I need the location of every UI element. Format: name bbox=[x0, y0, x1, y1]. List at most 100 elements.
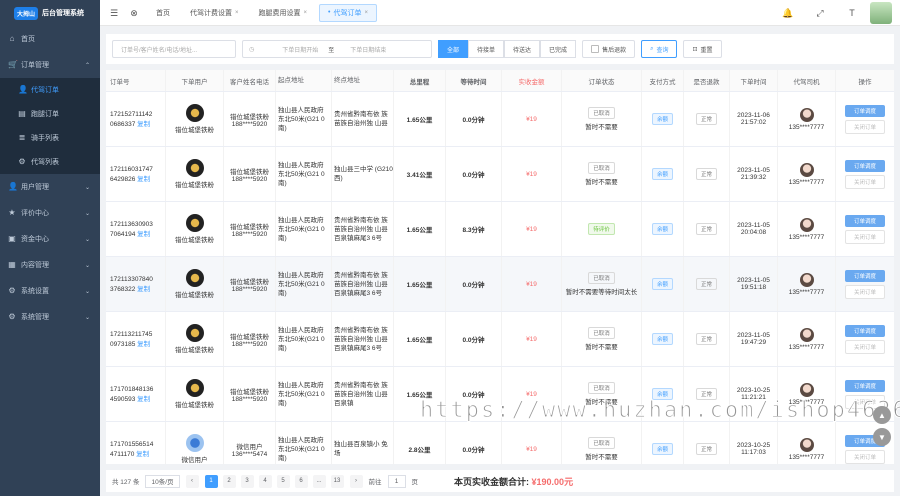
tab-2[interactable]: 跑腿费用设置 × bbox=[251, 5, 316, 21]
order-number-wrap: 172113307840 3768322 复制 bbox=[110, 276, 165, 293]
customer-cell: 微信用户 136****5474 bbox=[224, 422, 276, 464]
order-time: 21:57:02 bbox=[740, 119, 767, 126]
copy-link[interactable]: 复制 bbox=[137, 396, 150, 403]
avatar bbox=[185, 324, 204, 342]
dispatch-button[interactable]: 订单调度 bbox=[845, 269, 885, 282]
column-header: 操作 bbox=[858, 78, 872, 86]
page-4[interactable]: 4 bbox=[258, 474, 272, 488]
font-size-icon[interactable]: T bbox=[846, 7, 858, 19]
chevron-down-icon[interactable]: ▼ bbox=[873, 428, 891, 446]
refund-filter[interactable]: 售后退款 bbox=[582, 40, 636, 58]
sidebar-item-3[interactable]: ▤ 跑腿订单 bbox=[0, 102, 100, 126]
close-tabs-icon[interactable]: ⊗ bbox=[128, 7, 140, 19]
dispatch-button[interactable]: 订单调度 bbox=[845, 379, 885, 392]
top-right-tools: 🔔 ⤢ T bbox=[774, 1, 892, 24]
order-number-wrap: 172113211745 0973185 复制 bbox=[110, 331, 165, 348]
sidebar-item-4[interactable]: ≣ 骑手列表 bbox=[0, 126, 100, 150]
next-page-button[interactable]: › bbox=[349, 474, 363, 488]
float-tools: ▲ ▼ bbox=[873, 406, 891, 446]
sidebar-item-label: 资金中心 bbox=[21, 236, 49, 243]
query-label: 查询 bbox=[656, 47, 669, 54]
fullscreen-icon[interactable]: ⤢ bbox=[814, 7, 826, 19]
sidebar-item-6[interactable]: 👤 用户管理 ⌄ bbox=[0, 174, 100, 200]
bell-icon[interactable]: 🔔 bbox=[782, 7, 794, 19]
user-name: 错位城堡铁粉 bbox=[175, 292, 214, 299]
copy-link[interactable]: 复制 bbox=[137, 286, 150, 293]
sidebar-item-2[interactable]: 👤 代驾订单 bbox=[0, 78, 100, 102]
copy-link[interactable]: 复制 bbox=[137, 341, 150, 348]
page-size-select[interactable]: 10条/页 bbox=[145, 474, 180, 488]
page-3[interactable]: 3 bbox=[240, 474, 254, 488]
pay-badge: 余额 bbox=[651, 223, 673, 235]
user-icon: 👤 bbox=[18, 85, 28, 94]
copy-link[interactable]: 复制 bbox=[137, 176, 150, 183]
actions-cell: 订单调度 关闭订单 bbox=[836, 147, 894, 201]
status-note: 暂时不需要 bbox=[585, 344, 618, 351]
user-name: 错位城堡铁粉 bbox=[175, 237, 214, 244]
page-13[interactable]: 13 bbox=[330, 474, 344, 488]
copy-link[interactable]: 复制 bbox=[137, 231, 150, 238]
close-icon[interactable]: × bbox=[235, 10, 239, 16]
wait-time: 0.0分钟 bbox=[446, 257, 502, 311]
page-...[interactable]: ... bbox=[312, 474, 326, 488]
avatar bbox=[185, 104, 204, 122]
date-start: 下单日期开始 bbox=[282, 47, 319, 54]
page-5[interactable]: 5 bbox=[276, 474, 290, 488]
page-1[interactable]: 1 bbox=[204, 474, 218, 488]
order-number-wrap: 172113630903 7064194 复制 bbox=[110, 221, 165, 238]
tab-3[interactable]: • 代驾订单 × bbox=[319, 3, 377, 22]
customer-name: 错位城堡铁粉 bbox=[230, 388, 269, 396]
date-range-picker[interactable]: ◷ 下单日期开始 至 下单日期结束 bbox=[242, 40, 432, 58]
close-icon[interactable]: × bbox=[364, 10, 368, 16]
pay-cell: 余额 bbox=[642, 147, 684, 201]
avatar bbox=[185, 434, 204, 452]
search-input[interactable]: 订单号/客户姓名/电话/地址... bbox=[112, 40, 236, 58]
dispatch-button[interactable]: 订单调度 bbox=[845, 104, 885, 117]
refund-checkbox[interactable] bbox=[591, 45, 600, 53]
sidebar-item-11[interactable]: ⚙ 系统管理 ⌄ bbox=[0, 304, 100, 330]
column-header: 终点地址 bbox=[332, 70, 394, 91]
close-order-button[interactable]: 关闭订单 bbox=[845, 284, 885, 299]
page-2[interactable]: 2 bbox=[222, 474, 236, 488]
query-button[interactable]: ⌕ 查询 bbox=[641, 40, 678, 58]
refund-badge: 正常 bbox=[695, 223, 717, 235]
sidebar-item-1[interactable]: 🛒 订单管理 ⌃ bbox=[0, 52, 100, 78]
copy-link[interactable]: 复制 bbox=[136, 451, 149, 458]
status-button-2[interactable]: 待送达 bbox=[504, 40, 541, 58]
user-avatar[interactable] bbox=[870, 1, 892, 24]
customer-phone: 188****5920 bbox=[231, 120, 268, 128]
cart-icon: 🛒 bbox=[8, 60, 18, 69]
close-order-button[interactable]: 关闭订单 bbox=[845, 449, 885, 464]
tab-1[interactable]: 代驾计费设置 × bbox=[182, 5, 247, 21]
sidebar-item-5[interactable]: ⚙ 代驾列表 bbox=[0, 150, 100, 174]
tab-label: 代驾计费设置 bbox=[190, 9, 232, 17]
sidebar-item-8[interactable]: ▣ 资金中心 ⌄ bbox=[0, 226, 100, 252]
copy-link[interactable]: 复制 bbox=[137, 121, 150, 128]
sidebar-item-10[interactable]: ⚙ 系统设置 ⌄ bbox=[0, 278, 100, 304]
status-button-0[interactable]: 全部 bbox=[438, 40, 469, 58]
menu-toggle-icon[interactable]: ☰ bbox=[108, 7, 120, 19]
user-cell: 错位城堡铁粉 bbox=[166, 202, 224, 256]
page-6[interactable]: 6 bbox=[294, 474, 308, 488]
close-order-button[interactable]: 关闭订单 bbox=[845, 174, 885, 189]
close-icon[interactable]: × bbox=[304, 10, 308, 16]
status-button-1[interactable]: 待接单 bbox=[468, 40, 505, 58]
tab-0[interactable]: 首页 bbox=[148, 5, 178, 21]
dispatch-button[interactable]: 订单调度 bbox=[845, 214, 885, 227]
close-order-button[interactable]: 关闭订单 bbox=[845, 339, 885, 354]
close-order-button[interactable]: 关闭订单 bbox=[845, 119, 885, 134]
dispatch-button[interactable]: 订单调度 bbox=[845, 159, 885, 172]
reset-button[interactable]: ⊡ 重置 bbox=[683, 40, 722, 58]
refund-cell: 正常 bbox=[684, 202, 730, 256]
chevron-up-icon[interactable]: ▲ bbox=[873, 406, 891, 424]
sidebar-item-9[interactable]: ▦ 内容管理 ⌄ bbox=[0, 252, 100, 278]
sidebar-item-0[interactable]: ⌂ 首页 bbox=[0, 26, 100, 52]
status-button-3[interactable]: 已完成 bbox=[540, 40, 577, 58]
close-order-button[interactable]: 关闭订单 bbox=[845, 229, 885, 244]
goto-page-input[interactable]: 1 bbox=[387, 474, 406, 488]
amount: ¥19 bbox=[502, 257, 562, 311]
dispatch-button[interactable]: 订单调度 bbox=[845, 324, 885, 337]
sidebar-item-7[interactable]: ★ 评价中心 ⌄ bbox=[0, 200, 100, 226]
user-name: 微信用户 bbox=[181, 457, 208, 464]
prev-page-button[interactable]: ‹ bbox=[185, 474, 199, 488]
